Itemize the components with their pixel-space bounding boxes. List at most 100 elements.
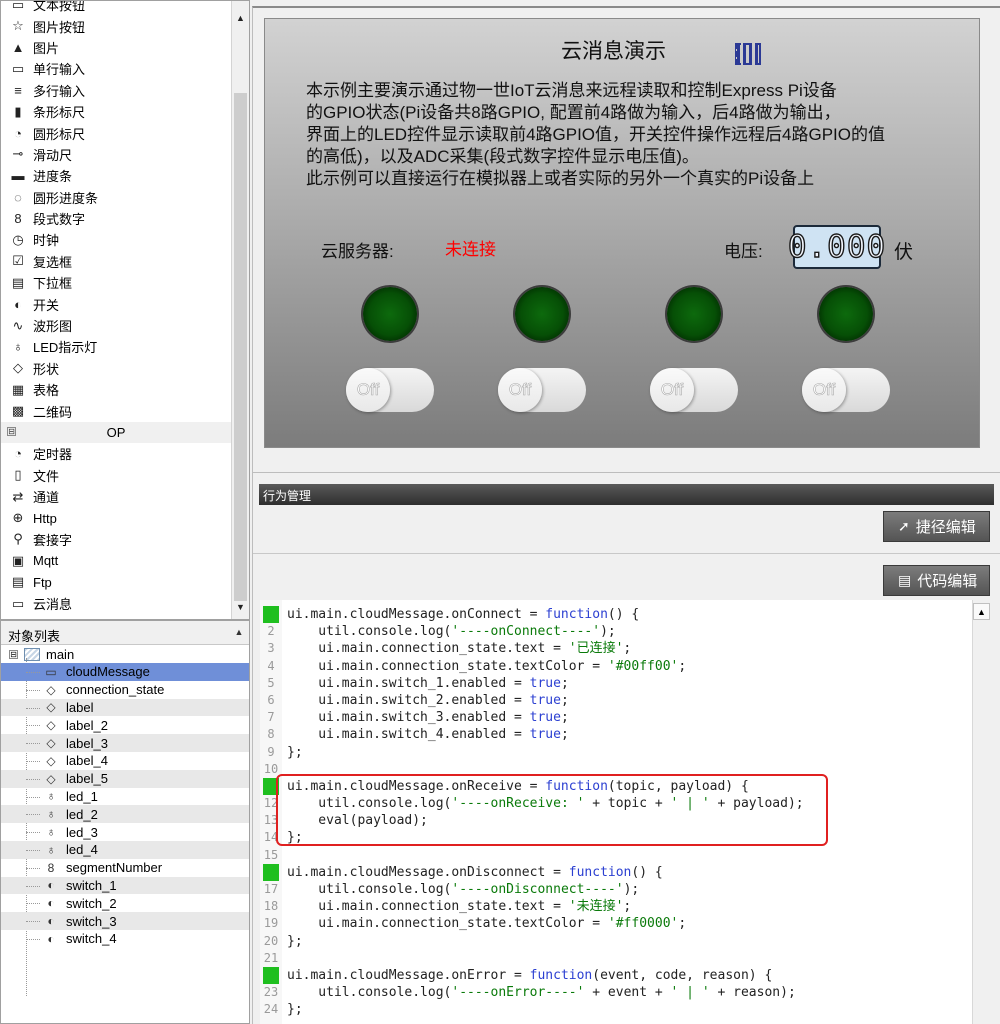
palette-item[interactable]: ◇ 形状 xyxy=(1,358,231,379)
code-text[interactable]: ui.main.switch_1.enabled = true; xyxy=(287,675,568,692)
tree-item[interactable]: ♁ led_4 xyxy=(1,840,249,859)
code-text[interactable]: ui.main.cloudMessage.onDisconnect = func… xyxy=(287,864,663,881)
led-1[interactable] xyxy=(363,287,417,341)
code-text[interactable]: ui.main.switch_2.enabled = true; xyxy=(287,692,568,709)
palette-item[interactable]: ∿ 波形图 xyxy=(1,315,231,336)
scroll-down-arrow-icon[interactable]: ▼ xyxy=(232,598,249,615)
palette-item[interactable]: ▩ 二维码 xyxy=(1,400,231,421)
code-text[interactable]: }; xyxy=(287,744,303,761)
tree-item[interactable]: ◐ switch_2 xyxy=(1,894,249,912)
line-number[interactable]: 19 xyxy=(263,915,279,932)
palette-item[interactable]: ▣ Mqtt xyxy=(1,550,231,571)
page-title[interactable]: 云消息演示 xyxy=(561,35,666,65)
line-number[interactable]: 7 xyxy=(263,709,279,726)
switch-2[interactable]: Off xyxy=(498,368,586,412)
cloud-message-widget-icon[interactable] xyxy=(735,43,761,65)
line-number[interactable]: 3 xyxy=(263,640,279,657)
code-text[interactable]: ui.main.connection_state.text = '未连接'; xyxy=(287,898,631,915)
code-text[interactable]: ui.main.cloudMessage.onConnect = functio… xyxy=(287,606,639,623)
palette-group-op[interactable]: ⊟ OP xyxy=(1,421,231,444)
code-text[interactable]: ui.main.switch_3.enabled = true; xyxy=(287,709,568,726)
line-number[interactable]: 17 xyxy=(263,881,279,898)
palette-item[interactable]: ☑ 复选框 xyxy=(1,251,231,272)
code-text[interactable]: ui.main.connection_state.text = '已连接'; xyxy=(287,640,631,657)
palette-item[interactable]: ⇄ 通道 xyxy=(1,486,231,507)
palette-item[interactable]: ◔ 圆形标尺 xyxy=(1,122,231,143)
description-label[interactable]: 本示例主要演示通过物一世IoT云消息来远程读取和控制Express Pi设备 的… xyxy=(306,80,966,190)
switch-knob[interactable]: Off xyxy=(650,368,694,412)
tree-item[interactable]: ◇ label_4 xyxy=(1,752,249,770)
palette-item[interactable]: ▭ 文本按钮 xyxy=(1,1,231,15)
tree-item[interactable]: 8 segmentNumber xyxy=(1,859,249,877)
switch-1[interactable]: Off xyxy=(346,368,434,412)
scroll-up-arrow-icon[interactable]: ▲ xyxy=(973,603,990,620)
scrollbar-thumb[interactable] xyxy=(234,93,247,601)
line-number[interactable]: 21 xyxy=(263,950,279,967)
editor-scrollbar[interactable]: ▲ xyxy=(972,600,990,1024)
switch-4[interactable]: Off xyxy=(802,368,890,412)
palette-item[interactable]: ♁ LED指示灯 xyxy=(1,336,231,357)
line-number[interactable]: 9 xyxy=(263,744,279,761)
code-line[interactable]: 15 xyxy=(260,847,970,864)
tree-root-main[interactable]: ⊟ main xyxy=(1,645,249,663)
code-line[interactable]: 2 util.console.log('----onConnect----'); xyxy=(260,623,970,640)
palette-item[interactable]: ▭ 单行输入 xyxy=(1,58,231,79)
palette-item[interactable]: ▭ 云消息 xyxy=(1,593,231,614)
server-label[interactable]: 云服务器: xyxy=(321,237,394,262)
code-text[interactable]: ui.main.connection_state.textColor = '#f… xyxy=(287,915,686,932)
preview-panel[interactable]: 云消息演示 本示例主要演示通过物一世IoT云消息来远程读取和控制Express … xyxy=(264,18,980,448)
tree-item[interactable]: ◇ label xyxy=(1,698,249,717)
line-number[interactable]: 18 xyxy=(263,898,279,915)
line-number[interactable]: 15 xyxy=(263,847,279,864)
palette-item[interactable]: ◐ 开关 xyxy=(1,293,231,314)
line-number[interactable]: 2 xyxy=(263,623,279,640)
switch-knob[interactable]: Off xyxy=(498,368,542,412)
tree-item[interactable]: ▭ cloudMessage xyxy=(1,663,249,681)
voltage-unit-label[interactable]: 伏 xyxy=(894,237,913,264)
code-edit-button[interactable]: ▤ 代码编辑 xyxy=(883,565,990,596)
line-number[interactable]: 23 xyxy=(263,984,279,1001)
code-line[interactable]: 5 ui.main.switch_1.enabled = true; xyxy=(260,675,970,692)
code-line[interactable]: 4 ui.main.connection_state.textColor = '… xyxy=(260,658,970,675)
shortcut-edit-button[interactable]: ➚ 捷径编辑 xyxy=(883,511,990,542)
palette-item[interactable]: ☆ 图片按钮 xyxy=(1,15,231,36)
code-line[interactable]: 16 ui.main.cloudMessage.onDisconnect = fu… xyxy=(260,863,970,882)
tree-item[interactable]: ♁ led_1 xyxy=(1,788,249,806)
line-number[interactable]: 8 xyxy=(263,726,279,743)
code-text[interactable]: util.console.log('----onDisconnect----')… xyxy=(287,881,639,898)
code-line[interactable]: 21 xyxy=(260,950,970,967)
code-line[interactable]: 17 util.console.log('----onDisconnect---… xyxy=(260,881,970,898)
palette-item[interactable]: ◌ 圆形进度条 xyxy=(1,187,231,208)
line-number[interactable]: 1 xyxy=(263,606,279,624)
tree-item[interactable]: ◐ switch_3 xyxy=(1,912,249,930)
line-number[interactable]: 22 xyxy=(263,966,279,985)
palette-item[interactable]: ≡ 多行输入 xyxy=(1,80,231,101)
palette-item[interactable]: ⊕ Http xyxy=(1,507,231,528)
scroll-up-arrow-icon[interactable]: ▲ xyxy=(231,624,247,640)
palette-item[interactable]: 8 段式数字 xyxy=(1,208,231,229)
code-text[interactable]: }; xyxy=(287,1001,303,1018)
tree-item[interactable]: ◇ label_2 xyxy=(1,716,249,734)
code-line[interactable]: 22 ui.main.cloudMessage.onError = functio… xyxy=(260,966,970,985)
switch-knob[interactable]: Off xyxy=(802,368,846,412)
tree-item[interactable]: ◐ switch_1 xyxy=(1,876,249,895)
collapse-icon[interactable]: ⊟ xyxy=(7,426,16,436)
palette-scrollbar[interactable]: ▲ ▼ xyxy=(231,1,249,619)
line-number[interactable]: 5 xyxy=(263,675,279,692)
led-4[interactable] xyxy=(819,287,873,341)
tree-item[interactable]: ◇ label_5 xyxy=(1,769,249,788)
segment-number-display[interactable]: 0.000 xyxy=(787,225,886,269)
code-line[interactable]: 9}; xyxy=(260,744,970,761)
voltage-label[interactable]: 电压: xyxy=(724,237,763,262)
line-number[interactable]: 16 xyxy=(263,863,279,882)
code-text[interactable]: ui.main.switch_4.enabled = true; xyxy=(287,726,568,743)
code-line[interactable]: 23 util.console.log('----onError----' + … xyxy=(260,984,970,1001)
code-line[interactable]: 3 ui.main.connection_state.text = '已连接'; xyxy=(260,640,970,657)
tree-item[interactable]: ◇ label_3 xyxy=(1,734,249,752)
scroll-up-arrow-icon[interactable]: ▲ xyxy=(232,9,249,26)
led-2[interactable] xyxy=(515,287,569,341)
connection-state-label[interactable]: 未连接 xyxy=(445,235,496,260)
palette-item[interactable]: ◷ 时钟 xyxy=(1,229,231,250)
code-line[interactable]: 19 ui.main.connection_state.textColor = … xyxy=(260,915,970,932)
code-text[interactable]: util.console.log('----onConnect----'); xyxy=(287,623,615,640)
